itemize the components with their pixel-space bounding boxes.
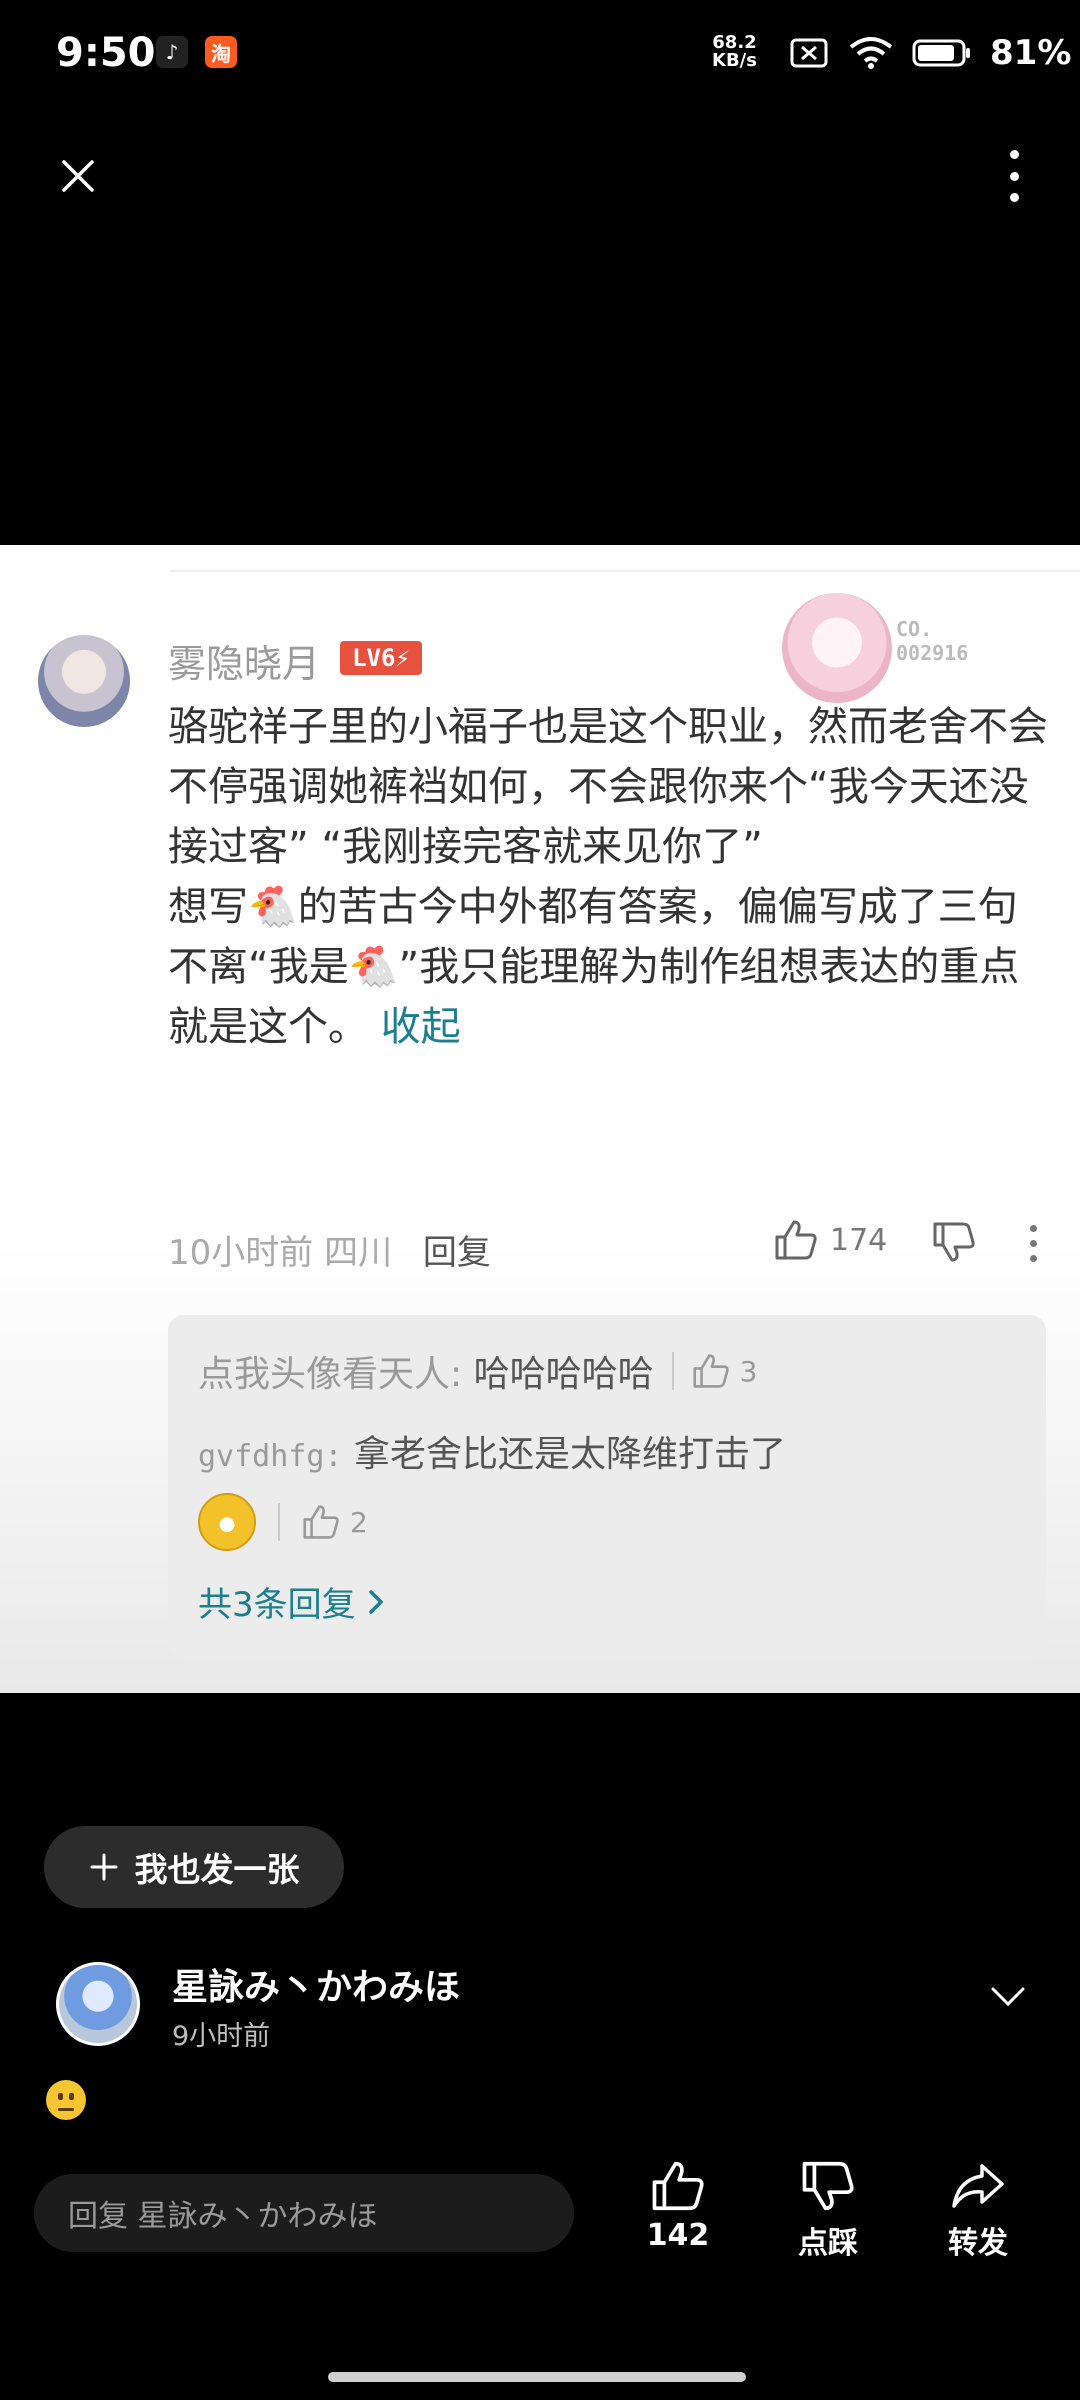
reply-extra: 2 (198, 1493, 368, 1551)
taobao-icon: 淘 (205, 36, 237, 68)
reply-text: 哈哈哈哈哈 (473, 1354, 654, 1395)
reply-username: 点我头像看天人: (198, 1354, 463, 1395)
dislike-label: 点踩 (798, 2226, 858, 2261)
chevron-down-icon (991, 1987, 1025, 2007)
thumbs-up-icon (652, 2161, 704, 2211)
decoration-code: CO. 002916 (896, 617, 969, 665)
reply-like-count: 3 (739, 1354, 758, 1388)
comment-time: 10小时前 (168, 1233, 314, 1273)
author-post-time: 9小时前 (172, 2021, 271, 2052)
more-options-button[interactable] (994, 146, 1034, 206)
thumbs-up-icon (303, 1505, 339, 1539)
collapse-link: 收起 (380, 1004, 461, 1050)
reply-like: 2 (302, 1504, 368, 1540)
home-indicator[interactable] (328, 2372, 746, 2382)
commenter-name: 雾隐晓月 (168, 642, 321, 686)
replies-preview: 点我头像看天人: 哈哈哈哈哈 3 gvfdhfg: 拿老舍比还是太降维打击了 2 (168, 1315, 1046, 1657)
view-all-replies: 共3条回复 (198, 1577, 384, 1626)
shared-screenshot[interactable]: 雾隐晓月 LV6⚡ CO. 002916 骆驼祥子里的小福子也是这个职业，然而老… (0, 545, 1080, 1693)
share-button[interactable]: 转发 (918, 2160, 1038, 2262)
thumbs-down-icon (802, 2161, 854, 2211)
share-icon (952, 2164, 1004, 2208)
reply-input[interactable]: 回复 星詠み丶かわみほ (34, 2174, 574, 2252)
level-badge: LV6⚡ (340, 641, 422, 675)
reply-like: 3 (692, 1353, 758, 1389)
comment-body: 骆驼祥子里的小福子也是这个职业，然而老舍不会不停强调她裤裆如何，不会跟你来个“我… (168, 697, 1048, 1057)
comment-more-icon (1030, 1225, 1037, 1262)
thumbs-up-icon (693, 1354, 729, 1388)
reply-item: 点我头像看天人: 哈哈哈哈哈 3 (198, 1345, 757, 1397)
no-sim-icon (790, 38, 828, 68)
divider (170, 570, 1080, 572)
like-button[interactable]: 142 (618, 2160, 738, 2253)
post-button-label: 我也发一张 (134, 1850, 300, 1889)
comment-dislike (932, 1221, 976, 1267)
author-name[interactable]: 星詠み丶かわみほ (172, 1958, 460, 2010)
laughing-emoji-icon (198, 1493, 256, 1551)
network-speed: 68.2 KB/s (712, 34, 757, 70)
commenter-avatar (38, 635, 130, 727)
reply-input-placeholder: 回复 星詠み丶かわみほ (68, 2199, 378, 2234)
reply-username: gvfdhfg: (198, 1439, 343, 1474)
chevron-right-icon (368, 1589, 384, 1614)
author-avatar[interactable] (56, 1962, 140, 2046)
comment-meta: 10小时前 四川 回复 (168, 1225, 491, 1274)
thumbs-up-icon (775, 1220, 817, 1260)
thumbs-down-icon (933, 1222, 975, 1262)
more-replies-label: 共3条回复 (198, 1585, 356, 1625)
post-image-button[interactable]: 我也发一张 (44, 1826, 344, 1908)
more-dot (1009, 150, 1019, 159)
reply-item: gvfdhfg: 拿老舍比还是太降维打击了 (198, 1425, 786, 1477)
reply-link: 回复 (422, 1233, 491, 1273)
close-button[interactable] (50, 148, 106, 204)
tiktok-icon: ♪ (156, 36, 188, 68)
plus-icon (90, 1853, 117, 1881)
close-icon (62, 160, 94, 192)
separator (278, 1503, 280, 1541)
comment-text: 骆驼祥子里的小福子也是这个职业，然而老舍不会不停强调她裤裆如何，不会跟你来个“我… (168, 704, 1048, 1050)
reply-like-count: 2 (350, 1505, 368, 1539)
wifi-icon (849, 37, 893, 69)
avatar-decoration (782, 593, 892, 703)
network-speed-unit: KB/s (712, 50, 757, 71)
separator (671, 1352, 674, 1390)
more-dot (1009, 171, 1019, 181)
comment-like-count: 174 (830, 1222, 888, 1258)
dislike-button[interactable]: 点踩 (768, 2160, 888, 2262)
battery-percent: 81% (990, 33, 1072, 73)
expand-button[interactable] (990, 1986, 1026, 2012)
smiling-emoji-icon (46, 2080, 86, 2120)
share-label: 转发 (948, 2226, 1008, 2261)
status-icons: 81% (790, 30, 1071, 76)
more-dot (1009, 193, 1019, 202)
status-bar: 9:50 ♪ 淘 68.2 KB/s 81% (0, 0, 1080, 110)
status-time: 9:50 (56, 30, 156, 76)
battery-icon (912, 39, 970, 67)
reply-text: 拿老舍比还是太降维打击了 (353, 1434, 786, 1475)
comment-like: 174 (774, 1219, 887, 1261)
comment-location: 四川 (324, 1233, 393, 1273)
like-count: 142 (646, 2218, 710, 2253)
